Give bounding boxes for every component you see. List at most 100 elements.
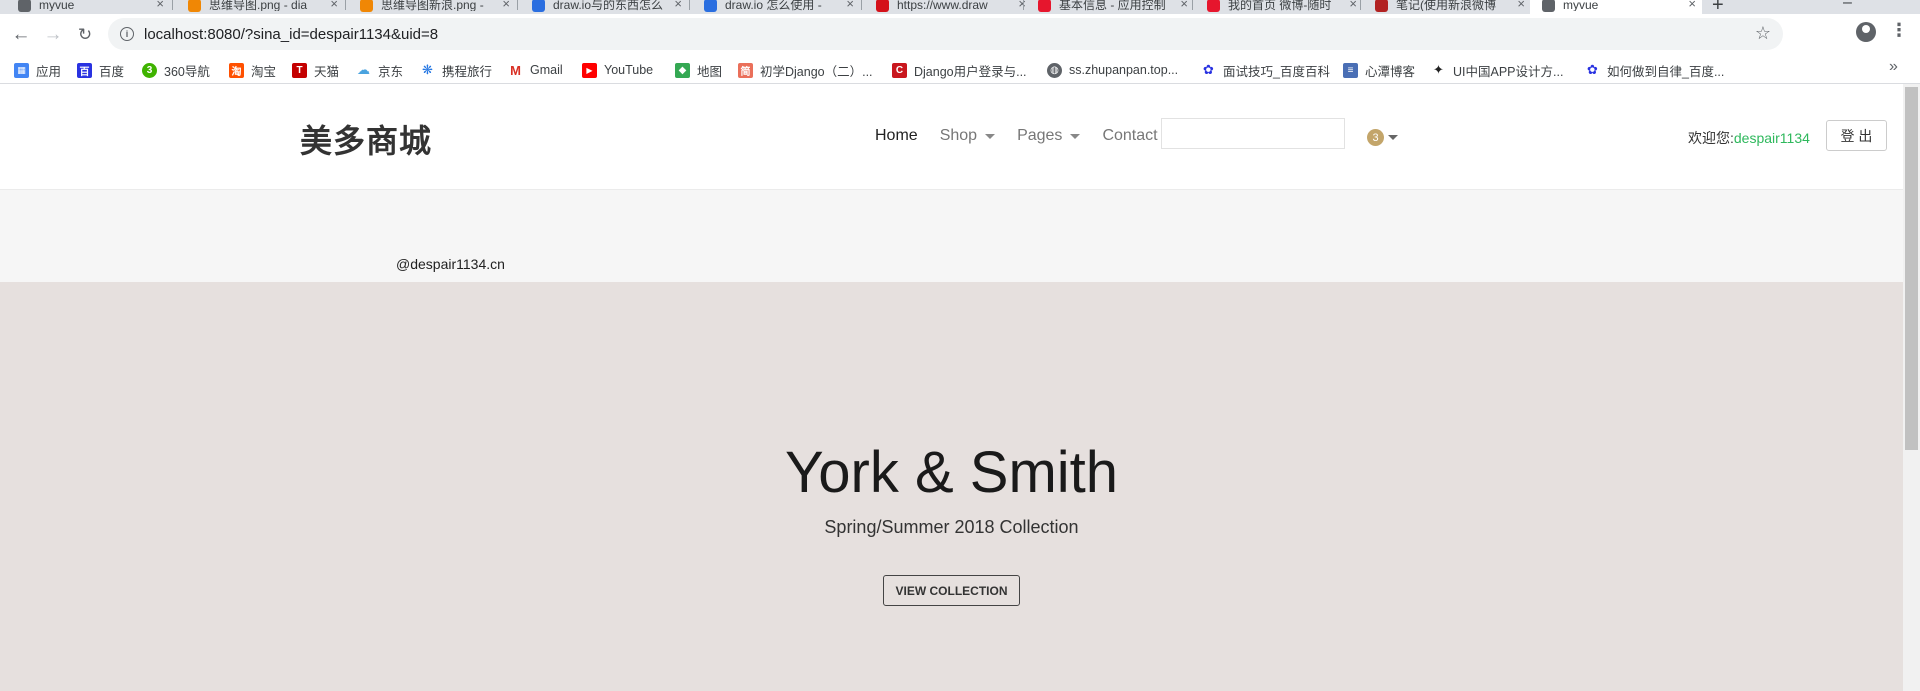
bookmark-item[interactable]: ✦ UI中国APP设计方... xyxy=(1431,61,1563,79)
bookmarks-overflow-icon[interactable]: » xyxy=(1889,58,1898,76)
bookmark-item[interactable]: C Django用户登录与... xyxy=(892,61,1027,79)
bookmark-item[interactable]: 3 360导航 xyxy=(142,61,210,79)
close-icon[interactable]: × xyxy=(1180,0,1188,11)
close-icon[interactable]: × xyxy=(1349,0,1357,11)
youtube-icon: ▶ xyxy=(582,62,597,78)
bookmark-label: 面试技巧_百度百科 xyxy=(1223,64,1330,79)
site-logo[interactable]: 美多商城 xyxy=(300,116,432,162)
close-icon[interactable]: × xyxy=(674,0,682,11)
browser-tab[interactable]: 我的首页 微博-随时 × xyxy=(1193,0,1363,14)
hero-banner: York & Smith Spring/Summer 2018 Collecti… xyxy=(0,282,1903,691)
close-icon[interactable]: × xyxy=(846,0,854,11)
bookmark-item[interactable]: ☁ 京东 xyxy=(356,61,403,79)
tab-favicon-icon xyxy=(1038,0,1051,12)
tab-favicon-icon xyxy=(18,0,31,12)
nav-contact[interactable]: Contact xyxy=(1102,127,1157,145)
bookmark-item[interactable]: ≡ 心潭博客 xyxy=(1343,61,1415,79)
bookmark-item[interactable]: 百 百度 xyxy=(77,61,124,79)
scrollbar-thumb[interactable] xyxy=(1905,87,1918,450)
tab-title: https://www.draw xyxy=(897,0,988,11)
page-scrollbar[interactable] xyxy=(1903,84,1920,691)
hero-subtitle: Spring/Summer 2018 Collection xyxy=(824,517,1079,537)
bookmark-item[interactable]: ◆ 地图 xyxy=(675,61,722,79)
tab-title: myvue xyxy=(39,0,75,11)
close-icon[interactable]: × xyxy=(156,0,164,11)
bookmark-label: 360导航 xyxy=(164,64,210,79)
bookmark-item[interactable]: 淘 淘宝 xyxy=(229,61,276,79)
browser-tab[interactable]: https://www.draw × xyxy=(862,0,1032,14)
bookmark-label: 百度 xyxy=(99,64,125,79)
tab-title: 笔记(使用新浪微博 xyxy=(1396,0,1496,11)
bookmark-label: Django用户登录与... xyxy=(914,64,1027,79)
browser-tab-active[interactable]: myvue × xyxy=(1530,0,1702,14)
baidu-icon: 百 xyxy=(77,62,92,78)
bookmark-item[interactable]: M Gmail xyxy=(508,61,563,79)
tab-title: 基本信息 - 应用控制 xyxy=(1059,0,1166,11)
bookmark-item[interactable]: ✿ 面试技巧_百度百科 xyxy=(1201,61,1330,79)
new-tab-button[interactable]: + xyxy=(1712,0,1724,14)
csdn-icon: C xyxy=(892,62,907,78)
welcome-prefix: 欢迎您: xyxy=(1688,130,1734,146)
search-input[interactable] xyxy=(1161,118,1345,149)
tab-favicon-icon xyxy=(188,0,201,12)
tab-title: draw.io 怎么使用 - xyxy=(725,0,822,11)
bookmark-item[interactable]: ✿ 如何做到自律_百度... xyxy=(1585,61,1724,79)
forward-arrow-icon[interactable]: → xyxy=(40,22,66,48)
browser-tab[interactable]: 笔记(使用新浪微博 × xyxy=(1361,0,1531,14)
browser-tab[interactable]: draw.io与的东西怎么 × xyxy=(518,0,688,14)
web-page: 美多商城 Home Shop Pages Contact 3 欢迎您:despa… xyxy=(0,84,1903,691)
nav-label: Pages xyxy=(1017,127,1063,144)
tab-title: 我的首页 微博-随时 xyxy=(1228,0,1332,11)
bookmark-label: 淘宝 xyxy=(251,64,277,79)
browser-tab[interactable]: draw.io 怎么使用 - × xyxy=(690,0,860,14)
bookmark-star-icon[interactable]: ☆ xyxy=(1755,23,1771,44)
caret-down-icon xyxy=(985,133,996,139)
url-text[interactable]: localhost:8080/?sina_id=despair1134&uid=… xyxy=(144,26,438,43)
close-icon[interactable]: × xyxy=(502,0,510,11)
cloud-icon: ☁ xyxy=(356,62,371,78)
close-icon[interactable]: × xyxy=(330,0,338,11)
browser-tab[interactable]: 思维导图新浪.png - × xyxy=(346,0,516,14)
tab-favicon-icon xyxy=(876,0,889,12)
doc-icon: ≡ xyxy=(1343,62,1358,78)
nav-home[interactable]: Home xyxy=(875,127,918,145)
tab-favicon-icon xyxy=(704,0,717,12)
bookmark-label: 初学Django（二）... xyxy=(760,64,873,79)
address-bar[interactable]: i localhost:8080/?sina_id=despair1134&ui… xyxy=(108,18,1783,50)
bookmark-item[interactable]: ▦ 应用 xyxy=(14,61,61,79)
back-arrow-icon[interactable]: ← xyxy=(8,22,34,48)
bookmark-item[interactable]: 简 初学Django（二）... xyxy=(738,61,873,79)
bookmarks-bar: ▦ 应用 百 百度 3 360导航 淘 淘宝 T 天猫 ☁ 京东 ❋ 携程旅行 … xyxy=(0,56,1920,84)
nav-shop[interactable]: Shop xyxy=(940,127,996,145)
bookmark-label: Gmail xyxy=(530,63,563,77)
reload-icon[interactable]: ↻ xyxy=(72,22,98,48)
logout-button[interactable]: 登 出 xyxy=(1826,120,1887,151)
close-icon[interactable]: × xyxy=(1688,0,1696,11)
globe-icon: ◍ xyxy=(1047,62,1062,78)
cart-dropdown[interactable]: 3 xyxy=(1367,129,1398,146)
info-icon[interactable]: i xyxy=(120,27,134,41)
minimize-icon[interactable]: – xyxy=(1843,0,1852,12)
tab-title: draw.io与的东西怎么 xyxy=(553,0,663,11)
browser-tab-strip: myvue × 思维导图.png - dia × 思维导图新浪.png - × … xyxy=(0,0,1920,14)
bookmark-label: 京东 xyxy=(378,64,404,79)
close-icon[interactable]: × xyxy=(1517,0,1525,11)
apps-grid-icon: ▦ xyxy=(14,62,29,78)
baidu-paw-icon: ✿ xyxy=(1585,62,1600,78)
bookmark-label: ss.zhupanpan.top... xyxy=(1069,63,1179,77)
browser-tab[interactable]: 思维导图.png - dia × xyxy=(174,0,344,14)
view-collection-button[interactable]: VIEW COLLECTION xyxy=(883,575,1020,606)
username-link[interactable]: despair1134 xyxy=(1734,130,1810,146)
bookmark-label: 携程旅行 xyxy=(442,64,493,79)
bookmark-item[interactable]: ◍ ss.zhupanpan.top... xyxy=(1047,61,1178,79)
hero-title: York & Smith xyxy=(784,440,1119,505)
browser-tab[interactable]: 基本信息 - 应用控制 × xyxy=(1024,0,1194,14)
nav-pages[interactable]: Pages xyxy=(1017,127,1081,145)
bookmark-item[interactable]: ▶ YouTube xyxy=(582,61,653,79)
tab-favicon-icon xyxy=(1207,0,1220,12)
bookmark-item[interactable]: T 天猫 xyxy=(292,61,339,79)
browser-tab[interactable]: myvue × xyxy=(0,0,170,14)
bookmark-item[interactable]: ❋ 携程旅行 xyxy=(420,61,492,79)
more-menu-icon[interactable]: ⋮ xyxy=(1890,20,1908,41)
profile-avatar-icon[interactable] xyxy=(1856,22,1876,42)
